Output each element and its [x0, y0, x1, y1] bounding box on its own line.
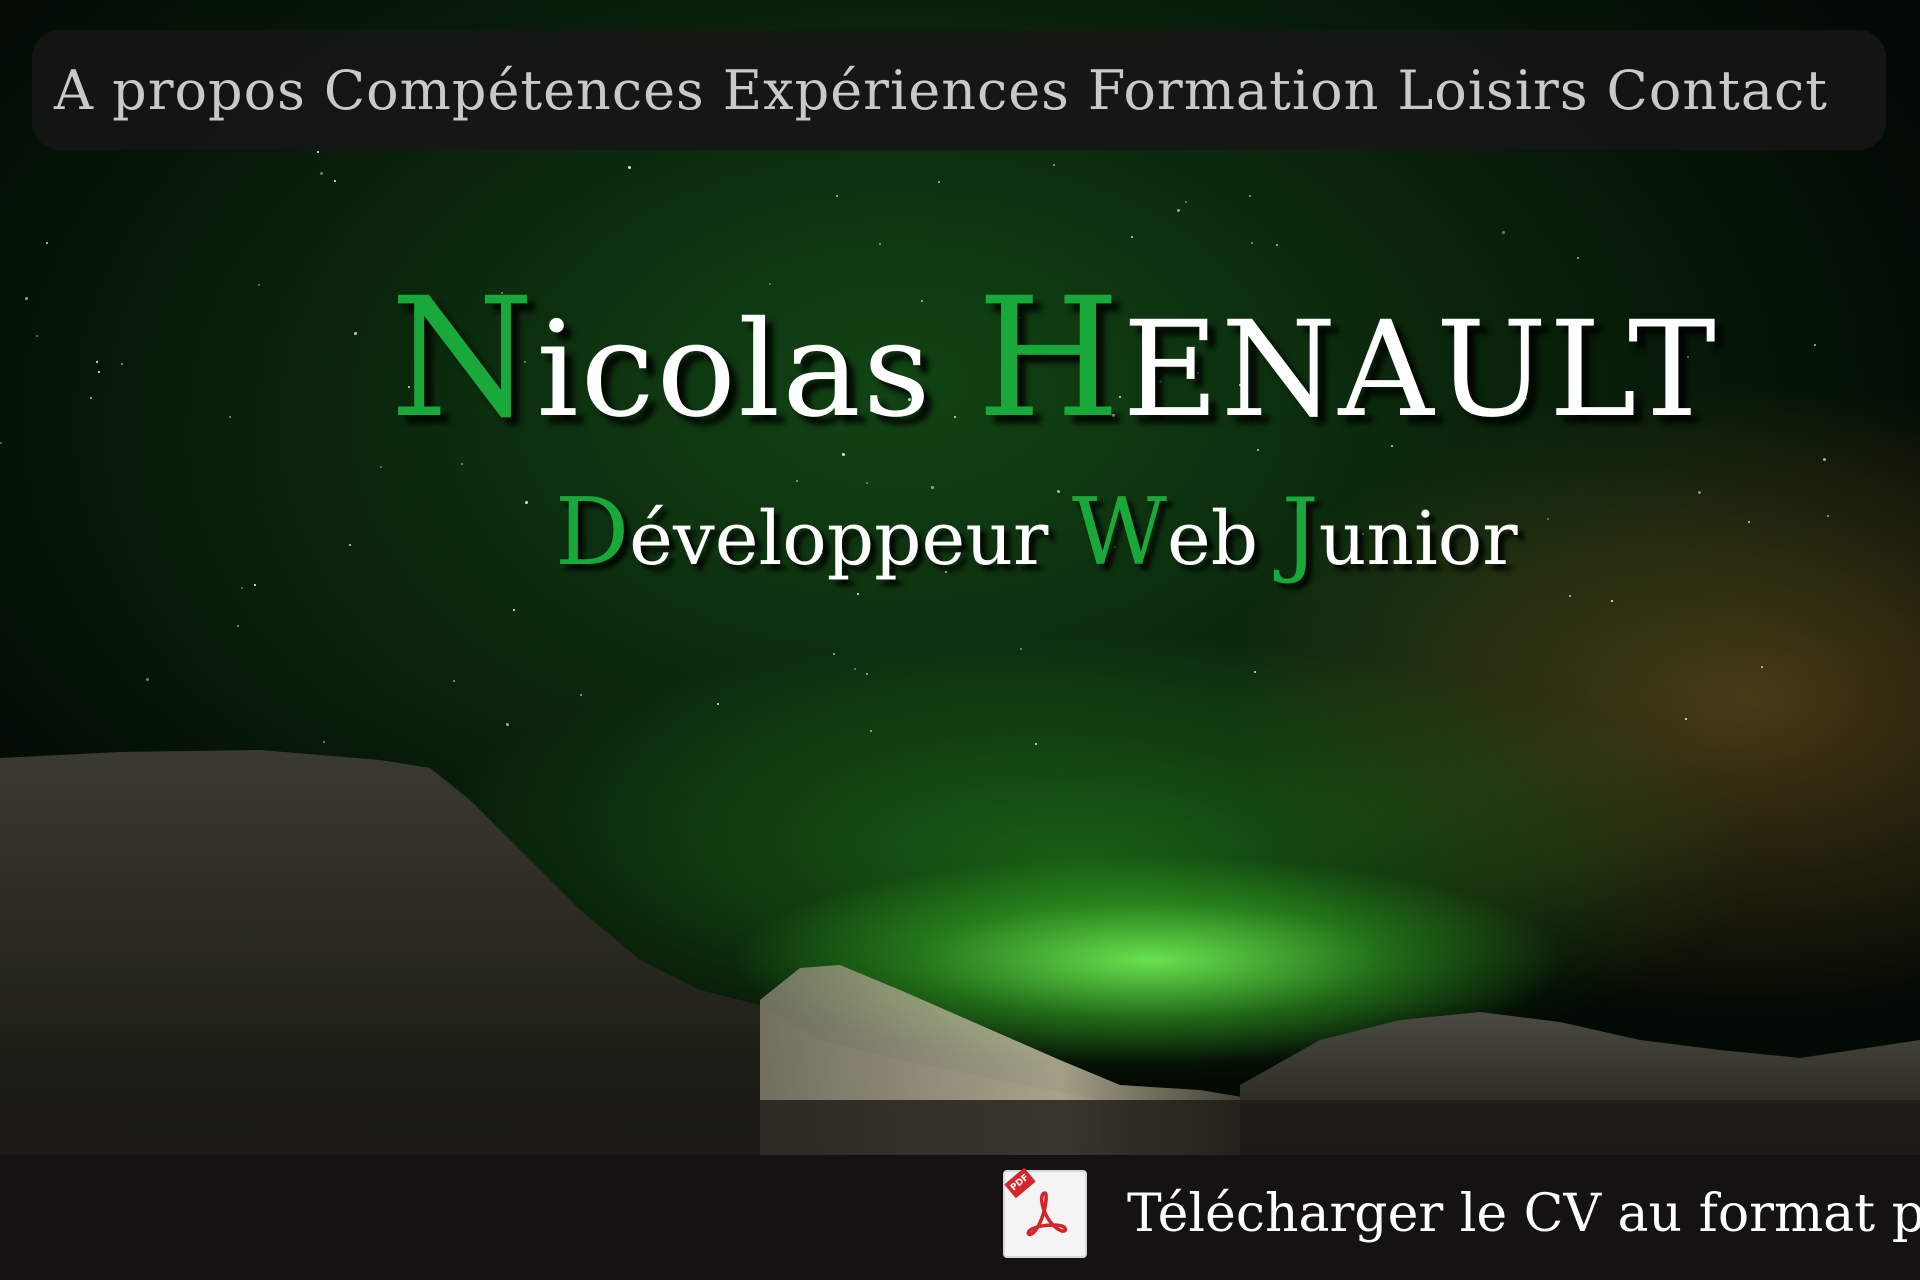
star — [98, 371, 100, 373]
star — [1249, 195, 1251, 197]
star — [1827, 515, 1829, 517]
star — [1276, 244, 1278, 246]
star — [96, 361, 98, 363]
star — [36, 335, 38, 337]
star — [866, 673, 868, 675]
mountains-silhouette — [0, 750, 1920, 1160]
star — [25, 297, 28, 300]
nav-item-experiences[interactable]: Expériences — [723, 59, 1070, 122]
subtitle-word1-initial: D — [555, 478, 630, 586]
nav-item-competences[interactable]: Compétences — [324, 59, 705, 122]
star — [1254, 671, 1256, 673]
star — [1685, 718, 1687, 720]
star — [1698, 491, 1701, 494]
star — [334, 180, 336, 182]
subtitle-word2-rest: eb — [1166, 496, 1259, 582]
nav-item-apropos[interactable]: A propos — [54, 59, 306, 122]
pdf-file-icon: PDF — [1003, 1167, 1087, 1258]
star — [258, 284, 260, 286]
subtitle-word2-initial: W — [1071, 478, 1167, 586]
star — [717, 703, 719, 705]
star — [513, 609, 515, 611]
star — [1053, 164, 1055, 166]
star — [1569, 595, 1571, 597]
nav-item-loisirs[interactable]: Loisirs — [1397, 59, 1588, 122]
star — [1577, 257, 1579, 259]
page: A propos Compétences Expériences Formati… — [0, 0, 1920, 1280]
acrobat-logo-icon — [1026, 1191, 1068, 1237]
star — [1177, 209, 1180, 212]
star — [349, 544, 351, 546]
star — [0, 442, 2, 444]
star — [380, 466, 382, 468]
download-cv-link[interactable]: PDF Télécharger le CV au format pdf — [1003, 1167, 1920, 1258]
star — [525, 501, 528, 504]
star — [254, 584, 256, 586]
star — [938, 181, 940, 183]
star — [857, 593, 859, 595]
star — [506, 723, 509, 726]
subtitle-word3-initial: J — [1281, 478, 1319, 586]
star — [90, 397, 92, 399]
last-name-rest: ENAULT — [1122, 293, 1718, 447]
star — [870, 730, 872, 732]
star — [461, 463, 463, 465]
star — [1502, 231, 1505, 234]
page-title: Nicolas HENAULT — [390, 262, 1718, 454]
star — [1814, 344, 1816, 346]
star — [317, 151, 319, 153]
star — [1761, 666, 1763, 668]
star — [1251, 242, 1253, 244]
subtitle-word3-rest: unior — [1318, 496, 1518, 582]
star — [229, 416, 231, 418]
page-subtitle: Développeur Web Junior — [555, 478, 1518, 586]
main-nav: A propos Compétences Expériences Formati… — [32, 30, 1886, 150]
subtitle-word1-rest: éveloppeur — [629, 496, 1049, 582]
download-cv-label: Télécharger le CV au format pdf — [1127, 1184, 1920, 1244]
nav-item-formation[interactable]: Formation — [1088, 59, 1380, 122]
star — [1748, 521, 1750, 523]
star — [879, 243, 881, 245]
star — [1020, 648, 1022, 650]
star — [1823, 458, 1826, 461]
star — [146, 678, 149, 681]
nav-item-contact[interactable]: Contact — [1607, 59, 1828, 122]
star — [46, 242, 48, 244]
star — [833, 653, 835, 655]
first-name-initial: N — [390, 262, 537, 454]
star — [580, 694, 582, 696]
star — [453, 680, 455, 682]
star — [237, 625, 239, 627]
star — [836, 195, 838, 197]
last-name-initial: H — [976, 262, 1123, 454]
first-name-rest: icolas — [536, 293, 933, 447]
star — [628, 166, 631, 169]
star — [1547, 518, 1549, 520]
star — [241, 587, 243, 589]
star — [1131, 236, 1133, 238]
star — [121, 363, 123, 365]
star — [354, 332, 357, 335]
star — [1611, 600, 1613, 602]
star — [854, 668, 856, 670]
star — [320, 172, 323, 175]
star — [1185, 201, 1187, 203]
